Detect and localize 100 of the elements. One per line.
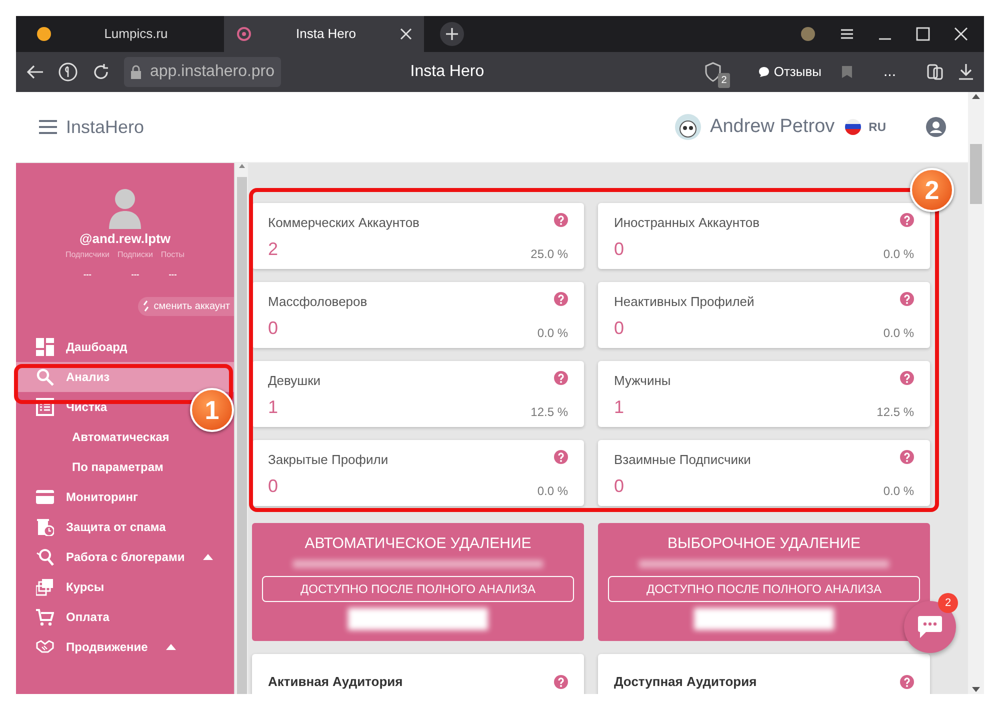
notification-badge: 2 [938, 593, 958, 613]
sidebar-item[interactable]: Курсы [16, 572, 112, 602]
maximize-icon[interactable] [916, 27, 930, 41]
help-icon[interactable] [900, 213, 914, 227]
reviews-button[interactable]: Отзывы [752, 61, 828, 83]
caret-up-icon [166, 644, 176, 650]
scroll-up-icon[interactable] [238, 163, 246, 169]
action-title: АВТОМАТИЧЕСКОЕ УДАЛЕНИЕ [304, 534, 532, 554]
stat-title: Взаимные Подписчики [614, 451, 751, 469]
back-icon[interactable] [26, 64, 44, 80]
speech-bubble-icon [758, 66, 770, 78]
help-icon[interactable] [900, 292, 914, 306]
help-icon[interactable] [900, 371, 914, 385]
stat-value: 0 [268, 317, 278, 340]
count-badge: 2 [718, 73, 730, 88]
stat-title: Закрытые Профили [268, 451, 388, 469]
stat-title: Неактивных Профилей [614, 293, 754, 311]
stat-label: Посты [160, 248, 185, 260]
stat-label: Подписчики [65, 248, 110, 260]
sidebar-item[interactable]: Продвижение [16, 632, 184, 662]
card-title: Активная Аудитория [268, 673, 403, 691]
account-icon[interactable] [926, 117, 946, 137]
stat-value: 2 [268, 238, 278, 261]
caret-up-icon [202, 554, 213, 560]
language-label[interactable]: RU [868, 118, 886, 136]
help-icon[interactable] [554, 292, 568, 306]
stat-value: 0 [614, 317, 624, 340]
menu-item-icon [36, 608, 54, 626]
extension-icon[interactable] [800, 26, 816, 42]
user-name[interactable]: Andrew Petrov [710, 112, 835, 142]
scrollbar-thumb[interactable] [970, 144, 982, 204]
sidebar-item[interactable]: Чистка [16, 392, 116, 422]
help-icon[interactable] [554, 450, 568, 464]
menu-item-icon [36, 638, 54, 656]
stat-title: Мужчины [614, 372, 671, 390]
stat-value: --- [83, 268, 92, 280]
menu-item-icon [36, 398, 54, 416]
unavailable-button[interactable]: ДОСТУПНО ПОСЛЕ ПОЛНОГО АНАЛИЗА [262, 576, 574, 602]
lock-icon [130, 65, 142, 79]
stat-value: 0 [614, 475, 624, 498]
switch-account-button[interactable]: сменить аккаунт [138, 296, 234, 316]
collections-icon[interactable] [926, 63, 944, 81]
stat-percent: 12.5 % [530, 404, 568, 421]
download-icon[interactable] [958, 63, 974, 81]
stat-percent: 25.0 % [530, 246, 568, 263]
stat-percent: 0.0 % [883, 325, 914, 342]
stat-label: Подписки [117, 248, 153, 260]
stat-percent: 0.0 % [537, 325, 568, 342]
brand-name: InstaHero [66, 116, 144, 138]
browser-logo-icon[interactable] [58, 62, 78, 82]
sidebar-subitem[interactable]: Автоматическая [16, 422, 178, 452]
stat-value: 1 [614, 396, 624, 419]
menu-item-icon [36, 488, 54, 506]
sidebar-item[interactable]: Мониторинг [16, 482, 146, 512]
close-icon[interactable] [954, 27, 968, 41]
stat-percent: 12.5 % [876, 404, 914, 421]
chat-bubble-icon [917, 615, 943, 639]
stat-percent: 0.0 % [883, 483, 914, 500]
sidebar-subitem[interactable]: По параметрам [16, 452, 172, 482]
stat-value: 0 [614, 238, 624, 261]
stat-title: Массфоловеров [268, 293, 368, 311]
sidebar-item[interactable]: Работа с блогерами [16, 542, 221, 572]
new-tab-icon[interactable] [440, 22, 464, 46]
menu-item-icon [36, 338, 54, 356]
more-button[interactable]: ... [867, 60, 912, 84]
stat-title: Иностранных Аккаунтов [614, 214, 760, 232]
stat-title: Девушки [268, 372, 321, 390]
sidebar-item[interactable]: Дашбоард [16, 332, 136, 362]
browser-tab[interactable]: Insta Hero [224, 16, 424, 52]
help-icon[interactable] [554, 371, 568, 385]
scroll-down-icon[interactable] [971, 686, 981, 694]
reload-icon[interactable] [92, 63, 110, 81]
sidebar-item[interactable]: Защита от спама [16, 512, 174, 542]
stat-value: --- [131, 268, 140, 280]
unavailable-button[interactable]: ДОСТУПНО ПОСЛЕ ПОЛНОГО АНАЛИЗА [608, 576, 920, 602]
help-icon[interactable] [900, 450, 914, 464]
stat-percent: 0.0 % [537, 483, 568, 500]
sidebar-item[interactable]: Оплата [16, 602, 118, 632]
address-bar[interactable]: app.instahero.pro [124, 57, 281, 87]
menu-item-icon [36, 368, 54, 386]
stat-title: Коммерческих Аккаунтов [268, 214, 420, 232]
shield-icon[interactable] [704, 62, 722, 82]
menu-item-icon [36, 548, 54, 566]
avatar-icon [674, 113, 702, 141]
stat-value: --- [168, 268, 177, 280]
page-title: Insta Hero [409, 62, 486, 82]
stat-percent: 0.0 % [883, 246, 914, 263]
bookmark-icon[interactable] [841, 65, 854, 79]
browser-tab[interactable]: Lumpics.ru [24, 16, 224, 52]
action-title: ВЫБОРОЧНОЕ УДАЛЕНИЕ [667, 534, 861, 554]
help-icon[interactable] [554, 213, 568, 227]
help-icon[interactable] [900, 674, 914, 689]
flag-icon [844, 119, 861, 135]
close-icon[interactable] [400, 28, 412, 40]
menu-item-icon [36, 518, 54, 536]
help-icon[interactable] [554, 674, 568, 689]
profile-username: @and.rew.lptw [80, 230, 170, 248]
menu-item-icon [36, 578, 54, 596]
stat-value: 0 [268, 475, 278, 498]
scrollbar-thumb[interactable] [236, 177, 246, 694]
